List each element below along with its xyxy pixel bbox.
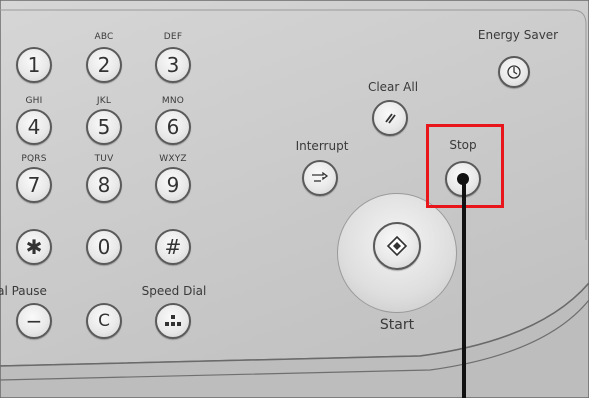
key-1-label: 1 <box>27 53 41 77</box>
key-9[interactable]: 9 <box>155 167 191 203</box>
key-8[interactable]: 8 <box>86 167 122 203</box>
key-hash-label: # <box>164 235 182 259</box>
speed-dial-label: Speed Dial <box>141 284 207 298</box>
key-star[interactable]: ✱ <box>16 229 52 265</box>
key-2-letters: ABC <box>94 32 114 42</box>
key-5[interactable]: 5 <box>86 109 122 145</box>
energy-saver-button[interactable] <box>498 56 530 88</box>
key-9-label: 9 <box>166 173 180 197</box>
key-7-label: 7 <box>27 173 41 197</box>
speed-dial-icon <box>165 315 181 326</box>
key-2-label: 2 <box>97 53 111 77</box>
key-5-letters: JKL <box>96 96 112 106</box>
key-4-letters: GHI <box>25 96 43 106</box>
key-9-letters: WXYZ <box>159 154 187 164</box>
key-4[interactable]: 4 <box>16 109 52 145</box>
key-6-letters: MNO <box>161 96 185 106</box>
key-2[interactable]: 2 <box>86 47 122 83</box>
start-button[interactable] <box>373 222 421 270</box>
interrupt-button[interactable] <box>302 160 338 196</box>
key-7-letters: PQRS <box>21 154 47 164</box>
key-8-letters: TUV <box>94 154 114 164</box>
control-panel: ABC DEF GHI JKL MNO PQRS TUV WXYZ 1 2 3 … <box>0 0 589 398</box>
clear-all-label: Clear All <box>367 80 419 94</box>
key-5-label: 5 <box>97 115 111 139</box>
key-7[interactable]: 7 <box>16 167 52 203</box>
energy-saver-label: Energy Saver <box>477 28 559 42</box>
key-star-label: ✱ <box>25 235 43 259</box>
key-3-label: 3 <box>166 53 180 77</box>
start-diamond-icon <box>386 235 408 257</box>
key-3-letters: DEF <box>163 32 183 42</box>
clear-glyph: C <box>98 310 110 331</box>
interrupt-label: Interrupt <box>295 139 349 153</box>
clear-button[interactable]: C <box>86 303 122 339</box>
key-hash[interactable]: # <box>155 229 191 265</box>
key-4-label: 4 <box>27 115 41 139</box>
dial-pause-glyph: − <box>25 309 43 333</box>
power-icon <box>507 65 521 79</box>
key-0-label: 0 <box>97 235 111 259</box>
key-8-label: 8 <box>97 173 111 197</box>
clear-all-icon <box>385 113 396 124</box>
interrupt-icon <box>312 171 329 182</box>
key-0[interactable]: 0 <box>86 229 122 265</box>
dial-pause-button[interactable]: − <box>16 303 52 339</box>
speed-dial-button[interactable] <box>155 303 191 339</box>
clear-all-button[interactable] <box>372 100 408 136</box>
start-label: Start <box>379 317 415 333</box>
callout-pointer-line <box>462 180 466 398</box>
dial-pause-label: al Pause <box>0 284 47 298</box>
key-1[interactable]: 1 <box>16 47 52 83</box>
key-6-label: 6 <box>166 115 180 139</box>
key-3[interactable]: 3 <box>155 47 191 83</box>
key-6[interactable]: 6 <box>155 109 191 145</box>
